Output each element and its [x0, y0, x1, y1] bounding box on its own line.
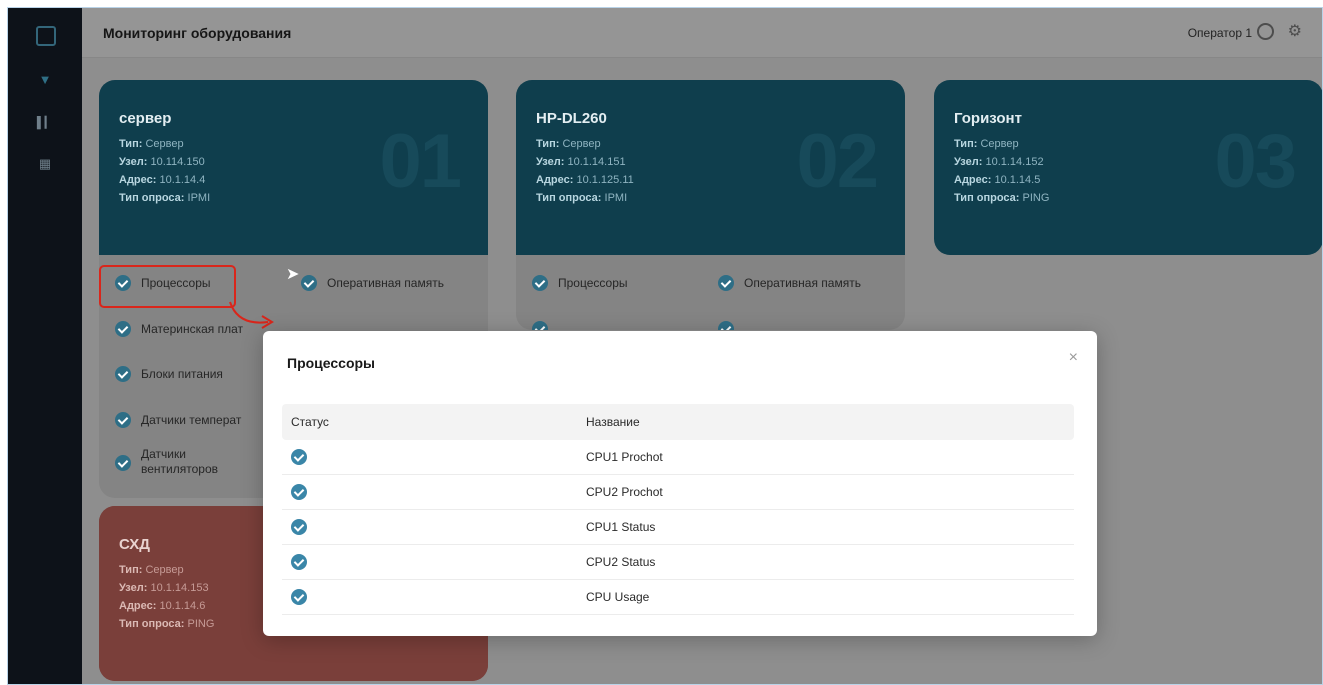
processors-modal: Процессоры × Статус Название CPU1 Procho…	[263, 331, 1097, 636]
page-title: Мониторинг оборудования	[103, 25, 292, 41]
sensor-name: CPU2 Status	[586, 555, 656, 569]
status-ok-icon	[115, 412, 131, 428]
table-row[interactable]: CPU1 Prochot	[282, 440, 1074, 475]
status-ok-icon	[532, 321, 548, 330]
charts-nav-icon[interactable]: ▌▎	[8, 116, 82, 129]
card-header: сервер Тип: Сервер Узел: 10.114.150 Адре…	[99, 80, 488, 255]
component-power-supplies[interactable]: Блоки питания	[141, 367, 223, 382]
status-ok-icon	[291, 554, 307, 570]
table-header: Статус Название	[282, 404, 1074, 440]
device-card-hp-dl260[interactable]: HP-DL260 Тип: Сервер Узел: 10.1.14.151 А…	[516, 80, 905, 330]
status-ok-icon	[301, 275, 317, 291]
status-ok-icon	[291, 484, 307, 500]
mouse-cursor-icon: ➤	[286, 266, 300, 283]
status-ok-icon	[115, 455, 131, 471]
app-logo-icon	[36, 26, 56, 46]
user-avatar-icon[interactable]	[1257, 23, 1274, 40]
sensor-name: CPU Usage	[586, 590, 650, 604]
component-memory[interactable]: Оперативная память	[327, 276, 444, 291]
callout-arrow-icon	[229, 301, 274, 329]
monitoring-nav-icon[interactable]: ▼	[8, 72, 82, 87]
component-memory[interactable]: Оперативная память	[744, 276, 861, 291]
sidebar: ▼ ▌▎ ▦	[8, 8, 82, 684]
component-temperature-sensors[interactable]: Датчики температ	[141, 413, 241, 428]
highlight-box	[99, 265, 236, 308]
status-ok-icon	[291, 519, 307, 535]
close-icon[interactable]: ×	[1069, 349, 1078, 367]
card-number: 02	[796, 119, 879, 204]
table-row[interactable]: CPU1 Status	[282, 510, 1074, 545]
table-row[interactable]: CPU Usage	[282, 580, 1074, 615]
top-bar: Мониторинг оборудования Оператор 1 ⚙	[82, 8, 1322, 58]
sensor-name: CPU1 Status	[586, 520, 656, 534]
card-number: 01	[379, 119, 462, 204]
app-window: ▼ ▌▎ ▦ Мониторинг оборудования Оператор …	[7, 7, 1323, 685]
status-ok-icon	[115, 366, 131, 382]
device-card-gorizont[interactable]: Горизонт Тип: Сервер Узел: 10.1.14.152 А…	[934, 80, 1322, 255]
table-row[interactable]: CPU2 Prochot	[282, 475, 1074, 510]
devices-nav-icon[interactable]: ▦	[8, 156, 82, 172]
card-components: Процессоры Оперативная память	[516, 255, 905, 330]
status-ok-icon	[532, 275, 548, 291]
column-status[interactable]: Статус	[291, 415, 329, 429]
status-ok-icon	[291, 589, 307, 605]
component-fan-sensors[interactable]: Датчики вентиляторов	[141, 447, 221, 477]
card-number: 03	[1214, 119, 1297, 204]
modal-title: Процессоры	[287, 355, 376, 371]
sensor-name: CPU2 Prochot	[586, 485, 663, 499]
table-row[interactable]: CPU2 Status	[282, 545, 1074, 580]
gear-icon[interactable]: ⚙	[1288, 21, 1302, 41]
status-ok-icon	[291, 449, 307, 465]
sensor-name: CPU1 Prochot	[586, 450, 663, 464]
column-name[interactable]: Название	[586, 415, 640, 429]
card-header: Горизонт Тип: Сервер Узел: 10.1.14.152 А…	[934, 80, 1322, 255]
processors-table: Статус Название CPU1 Prochot CPU2 Procho…	[282, 404, 1074, 615]
card-header: HP-DL260 Тип: Сервер Узел: 10.1.14.151 А…	[516, 80, 905, 255]
status-ok-icon	[718, 275, 734, 291]
status-ok-icon	[718, 321, 734, 330]
user-name[interactable]: Оператор 1	[1188, 26, 1252, 40]
status-ok-icon	[115, 321, 131, 337]
component-processors[interactable]: Процессоры	[558, 276, 628, 291]
